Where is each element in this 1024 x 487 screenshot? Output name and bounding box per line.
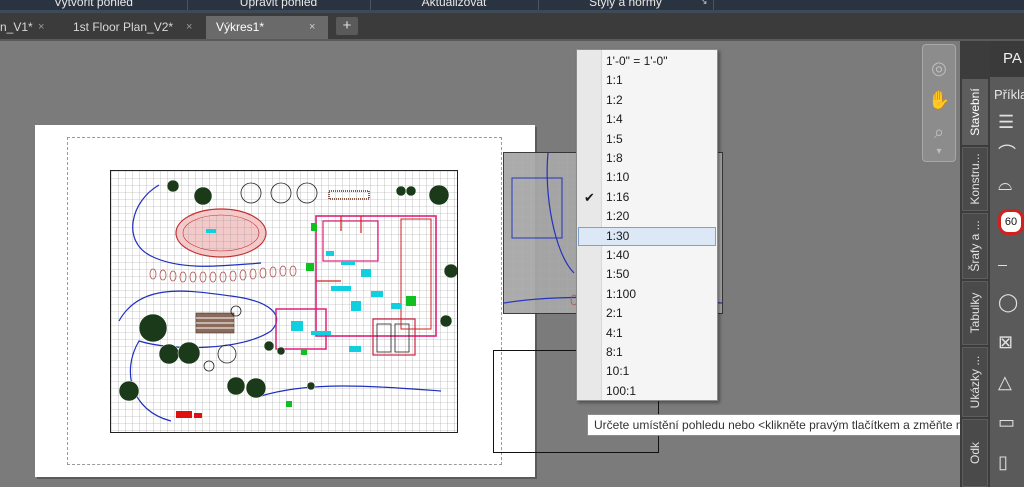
badge-value: 60 [998,209,1024,235]
site-plan-viewport[interactable] [110,170,458,433]
railing-tool-icon[interactable]: ⎯ [992,249,1022,279]
door-tool-icon[interactable]: ⌒ [992,139,1022,169]
ribbon-styles-standards[interactable]: Styly a normy [538,0,714,10]
steering-wheel-icon[interactable]: ◎ [928,57,950,79]
document-tab-bar: n_V1* × 1st Floor Plan_V2* × Výkres1* × [0,13,1024,41]
menu-item-scale[interactable]: 2:1 [578,304,716,323]
menu-item-scale[interactable]: 1'-0" = 1'-0" [578,52,716,71]
window-tool-icon[interactable]: ⌓ [992,169,1022,199]
menu-item-scale[interactable]: 1:5 [578,130,716,149]
menu-item-scale[interactable]: 1:4 [578,110,716,129]
palette-title: PA [990,41,1024,77]
close-icon[interactable]: × [186,16,192,39]
menu-item-scale[interactable]: 1:20 [578,207,716,226]
tab-v1[interactable]: n_V1* × [0,16,60,39]
menu-item-scale[interactable]: 10:1 [578,362,716,381]
tab-stavebni[interactable]: Stavební [962,79,988,145]
tab-label: Ukázky ... [968,355,982,409]
space-tool-icon[interactable]: ▯ [992,447,1022,477]
column-tool-icon[interactable]: ◯ [992,287,1022,317]
tool-palette: PA Příkla ☰ ⌒ ⌓ 60 ⎯ ◯ ⊠ △ ▭ ▯ [990,41,1024,487]
tab-label: Konstru... [968,153,982,205]
tab-label: Stavební [968,88,982,136]
tab-label: Šrafy a ... [968,220,982,272]
menu-item-scale[interactable]: 8:1 [578,343,716,362]
ribbon-modify-view[interactable]: Upravit pohled [187,0,371,10]
menu-item-label: 1:16 [606,189,630,204]
stair-tool-icon[interactable]: ▭ [992,407,1022,437]
checkmark-icon: ✔ [584,189,595,205]
close-icon[interactable]: × [309,16,315,39]
zoom-icon[interactable]: ⌕ [928,121,950,143]
scale-context-menu: 1'-0" = 1'-0" 1:1 1:2 1:4 1:5 1:8 1:10 ✔… [576,49,718,401]
menu-item-scale-checked[interactable]: ✔ 1:16 [578,188,716,207]
menu-item-scale[interactable]: 4:1 [578,324,716,343]
command-prompt-tooltip: Určete umístění pohledu nebo <klikněte p… [587,414,1024,436]
dialog-launcher-icon[interactable]: ↘ [700,0,708,7]
menu-item-scale[interactable]: 1:2 [578,91,716,110]
palette-subtitle: Příkla [994,87,1024,102]
tab-1st-floor-plan[interactable]: 1st Floor Plan_V2* × [64,16,204,39]
pan-hand-icon[interactable]: ✋ [928,89,950,111]
tab-label: Tabulky [968,292,982,334]
ribbon-create-view[interactable]: Vytvořit pohled [0,0,188,10]
speed-limit-badge[interactable]: 60 [992,206,1024,236]
chevron-down-icon[interactable]: ▾ [928,141,950,163]
tab-tabulky[interactable]: Tabulky [962,281,988,345]
tab-label: 1st Floor Plan_V2* [73,20,174,34]
menu-item-scale[interactable]: 1:1 [578,71,716,90]
navigation-bar: ◎ ✋ ⌕ ▾ [922,44,956,162]
tab-srafy[interactable]: Šrafy a ... [962,213,988,279]
tab-label: Výkres1* [216,20,265,34]
tab-odkazy[interactable]: Odk [962,419,988,487]
tab-vykres1[interactable]: Výkres1* × [206,16,328,39]
menu-item-scale[interactable]: 1:8 [578,149,716,168]
tab-konstrukce[interactable]: Konstru... [962,147,988,211]
menu-item-scale[interactable]: 1:50 [578,265,716,284]
menu-item-scale[interactable]: 100:1 [578,382,716,401]
tab-ukazky[interactable]: Ukázky ... [962,347,988,417]
menu-item-scale[interactable]: 1:40 [578,246,716,265]
grid-tool-icon[interactable]: ⊠ [992,327,1022,357]
site-plan-drawing [111,171,457,432]
ribbon-update[interactable]: Aktualizovat [370,0,539,10]
plus-icon[interactable]: + [336,17,358,35]
menu-item-scale[interactable]: 1:10 [578,168,716,187]
roof-tool-icon[interactable]: △ [992,367,1022,397]
menu-item-scale[interactable]: 1:100 [578,285,716,304]
menu-item-scale-highlighted[interactable]: 1:30 [578,226,716,246]
ribbon-panel-bar: Vytvořit pohled Upravit pohled Aktualizo… [0,0,1024,10]
tab-label: n_V1* [0,20,33,34]
wall-tool-icon[interactable]: ☰ [992,107,1022,137]
tool-palette-tabs: Stavební Konstru... Šrafy a ... Tabulky … [960,41,990,487]
tab-label: Odk [968,441,982,465]
close-icon[interactable]: × [38,16,44,39]
